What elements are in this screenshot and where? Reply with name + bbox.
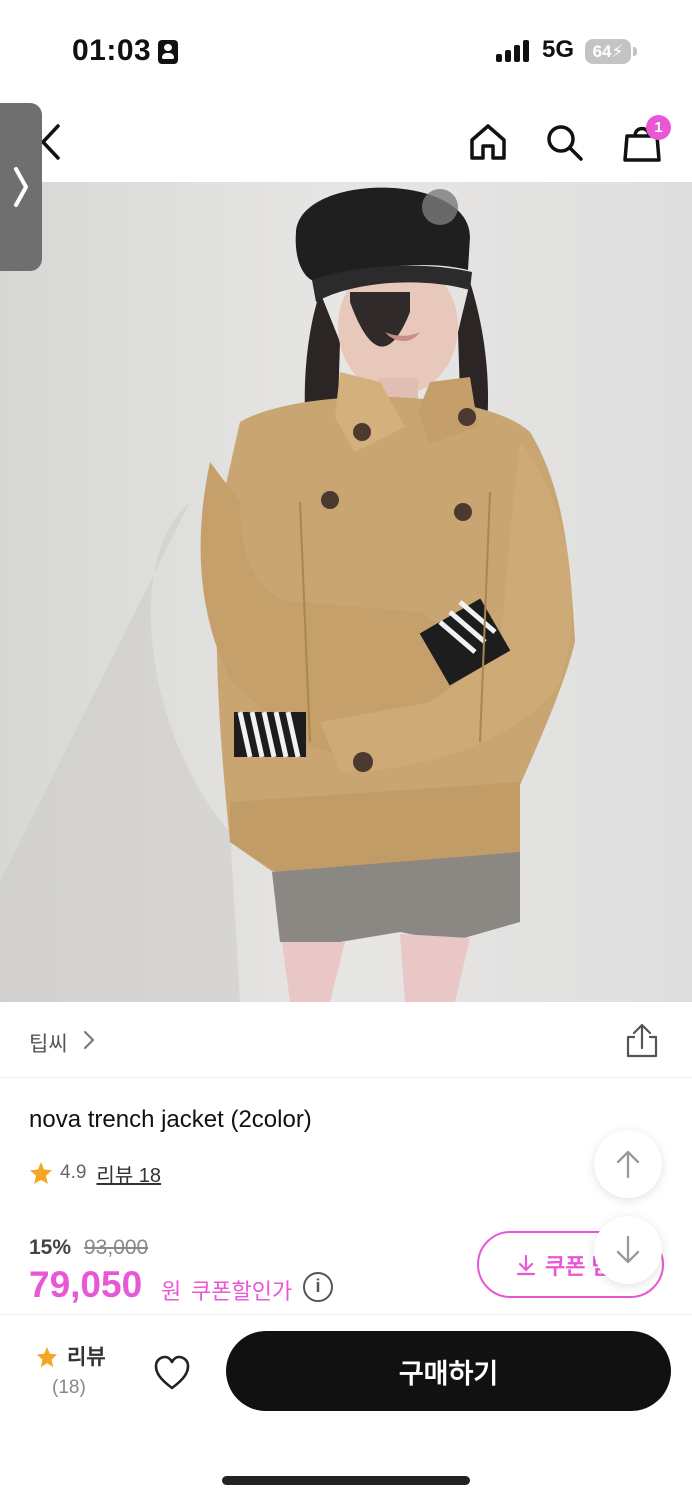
product-photo-illustration <box>0 182 692 1002</box>
signal-strength-icon <box>496 40 532 62</box>
wishlist-button[interactable] <box>150 1351 194 1395</box>
scroll-top-button[interactable] <box>594 1130 662 1198</box>
product-detail-page: 01:03 5G 64⚡ 1 팁씨 nova trench jacket (2c… <box>0 0 692 1500</box>
price-unit: 원 <box>161 1279 182 1304</box>
share-icon <box>626 1023 658 1058</box>
buy-button[interactable]: 구매하기 <box>226 1331 671 1411</box>
side-drawer-handle[interactable] <box>0 103 42 271</box>
brand-row[interactable]: 팁씨 <box>0 1002 692 1078</box>
battery-icon: 64⚡ <box>585 39 631 64</box>
bottom-review-count: (18) <box>52 1377 86 1398</box>
arrow-up-icon <box>616 1150 640 1179</box>
status-bar: 01:03 5G 64⚡ <box>0 0 692 100</box>
charging-bolt-icon: ⚡ <box>611 42 624 61</box>
chevron-right-icon <box>14 167 28 207</box>
brand-name[interactable]: 팁씨 <box>29 1028 68 1058</box>
search-icon <box>547 125 583 161</box>
status-time: 01:03 <box>72 34 152 67</box>
scroll-bottom-button[interactable] <box>594 1216 662 1284</box>
star-icon <box>30 1162 52 1184</box>
chevron-right-icon <box>84 1031 94 1049</box>
bottom-action-bar: 리뷰 (18) 구매하기 <box>0 1314 692 1500</box>
battery-tip <box>633 47 637 56</box>
share-button[interactable] <box>624 1022 660 1060</box>
coupon-price-label: 쿠폰할인가 <box>191 1279 293 1304</box>
arrow-down-icon <box>616 1235 640 1264</box>
discount-rate: 15% <box>29 1236 72 1259</box>
home-indicator <box>222 1476 470 1485</box>
heart-icon <box>154 1355 190 1390</box>
info-icon[interactable]: i <box>303 1272 333 1302</box>
home-button[interactable] <box>466 120 510 164</box>
rating-value: 4.9 <box>60 1162 87 1183</box>
search-button[interactable] <box>542 120 586 164</box>
original-price: 93,000 <box>84 1236 149 1259</box>
contact-card-icon <box>158 40 178 64</box>
star-icon <box>36 1346 58 1368</box>
home-icon <box>470 124 506 160</box>
nav-bar <box>0 100 692 182</box>
network-type: 5G <box>542 36 575 63</box>
download-icon <box>516 1254 536 1275</box>
battery-level: 64 <box>592 42 612 61</box>
product-title: nova trench jacket (2color) <box>29 1106 312 1133</box>
review-link[interactable]: 리뷰 18 <box>96 1159 161 1188</box>
sale-price: 79,050 <box>29 1264 143 1305</box>
cart-count-badge: 1 <box>646 115 671 140</box>
rating-row: 4.9 리뷰 18 <box>29 1158 161 1188</box>
bottom-review-label: 리뷰 <box>67 1346 106 1369</box>
product-image[interactable] <box>0 182 692 1002</box>
bottom-review-button[interactable]: 리뷰 (18) <box>36 1341 106 1401</box>
